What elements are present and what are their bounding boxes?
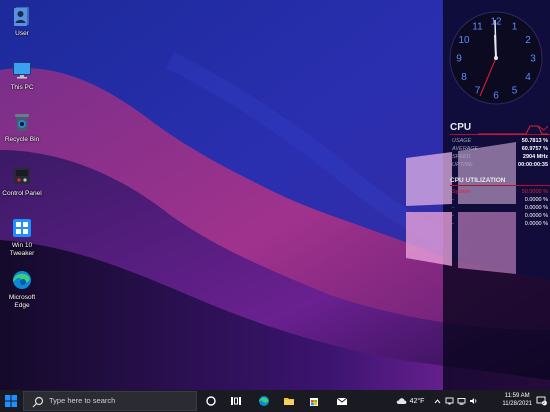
- monitor-icon: [13, 62, 31, 79]
- taskbar: Type here to search 42°F 11:59 AM 11/28/…: [0, 390, 550, 412]
- cpu-core-row: System 50.0000 %: [450, 188, 550, 196]
- desktop-icon-label: This PC: [10, 84, 34, 91]
- desktop-icon-label: Control Panel: [2, 190, 42, 197]
- clock-number: 12: [490, 17, 502, 28]
- cpu-core-value: 0.0000 %: [524, 221, 548, 227]
- cpu-row-uptime: UPTIME 00:00:00:35: [450, 161, 550, 169]
- clock-number: 7: [475, 86, 481, 97]
- cortana-button[interactable]: [199, 390, 223, 412]
- cpu-meter-gadget[interactable]: CPU USAGE 50.7813 % AVERAGE 60.9757 % SPEE…: [450, 122, 550, 228]
- clock-number: 9: [456, 54, 462, 65]
- taskbar-clock[interactable]: 11:59 AM 11/28/2021: [502, 392, 532, 408]
- system-tray: 42°F 11:59 AM 11/28/2021 2: [390, 390, 550, 412]
- task-view-icon: [231, 397, 241, 405]
- cpu-row-average: AVERAGE 60.9757 %: [450, 145, 550, 153]
- taskbar-file-explorer-button[interactable]: [277, 390, 301, 412]
- desktop-icon-user[interactable]: User: [2, 4, 42, 38]
- cpu-usage-label: USAGE: [452, 138, 472, 144]
- edge-icon: [13, 271, 31, 289]
- cpu-core-label: -: [452, 205, 454, 211]
- cpu-uptime-label: UPTIME: [452, 162, 473, 168]
- desktop-icon-edge[interactable]: Microsoft Edge: [2, 268, 42, 310]
- cpu-speed-label: SPEED: [452, 154, 471, 160]
- control-panel-icon: [14, 168, 30, 184]
- tray-network-button[interactable]: [444, 390, 455, 412]
- cpu-usage-value: 50.7813 %: [521, 138, 548, 144]
- desktop-icon-recycle-bin[interactable]: Recycle Bin: [2, 110, 42, 144]
- notification-center-button[interactable]: 2: [534, 390, 548, 412]
- cpu-row-speed: SPEED 2904 MHz: [450, 153, 550, 161]
- cpu-utilization-separator: [450, 185, 550, 186]
- chevron-up-icon: [434, 398, 441, 403]
- clock-number: 8: [461, 72, 467, 83]
- weather-widget[interactable]: 42°F: [392, 390, 428, 412]
- desktop-icon-label: User: [15, 30, 29, 37]
- user-folder-icon: [14, 7, 29, 26]
- desktop-icon-this-pc[interactable]: This PC: [2, 58, 42, 92]
- mail-icon: [336, 397, 348, 405]
- analog-clock-gadget[interactable]: 12 12 3 45 6 78 9 1011: [448, 10, 544, 106]
- cpu-core-label: -: [452, 213, 454, 219]
- speaker-icon: [470, 398, 477, 404]
- taskbar-mail-button[interactable]: [330, 390, 354, 412]
- clock-number: 11: [472, 22, 483, 33]
- desktop-icon-label: Win 10 Tweaker: [9, 242, 35, 257]
- file-explorer-icon: [284, 398, 294, 405]
- desktop-icon-control-panel[interactable]: Control Panel: [2, 164, 42, 198]
- cortana-icon: [206, 396, 216, 406]
- clock-number: 3: [530, 54, 536, 65]
- cpu-core-value: 0.0000 %: [524, 205, 548, 211]
- store-icon: [310, 398, 318, 406]
- cpu-core-row: - 0.0000 %: [450, 204, 550, 212]
- search-icon: [32, 396, 44, 408]
- cloud-icon: [396, 398, 406, 404]
- tray-display-button[interactable]: [456, 390, 467, 412]
- taskbar-store-button[interactable]: [302, 390, 326, 412]
- taskbar-search-box[interactable]: Type here to search: [23, 391, 197, 411]
- notification-count: 2: [542, 400, 545, 405]
- taskbar-edge-button[interactable]: [252, 390, 276, 412]
- search-placeholder: Type here to search: [49, 396, 116, 405]
- cpu-usage-graph: [478, 125, 548, 135]
- clock-number: 6: [493, 91, 499, 102]
- cpu-core-value: 0.0000 %: [524, 197, 548, 203]
- clock-number: 2: [525, 35, 531, 46]
- cpu-core-value: 0.0000 %: [524, 213, 548, 219]
- weather-temperature: 42°F: [409, 397, 425, 405]
- clock-minute-hand: [494, 19, 497, 59]
- cpu-core-row: - 0.0000 %: [450, 212, 550, 220]
- clock-number: 1: [512, 22, 518, 33]
- cpu-uptime-value: 00:00:00:35: [518, 162, 548, 168]
- start-button[interactable]: [0, 390, 22, 412]
- desktop-icon-win10-tweaker[interactable]: Win 10 Tweaker: [2, 216, 42, 258]
- tray-overflow-button[interactable]: [432, 390, 443, 412]
- windows-start-icon: [5, 395, 17, 407]
- desktop-icon-label: Recycle Bin: [4, 136, 40, 143]
- task-view-button[interactable]: [224, 390, 248, 412]
- cpu-core-label: System: [452, 189, 471, 195]
- cpu-core-row: - 0.0000 %: [450, 196, 550, 204]
- clock-number: 5: [512, 86, 518, 97]
- clock-number: 10: [458, 35, 470, 46]
- network-icon: [445, 397, 454, 405]
- cpu-utilization-title: CPU UTILIZATION: [450, 177, 506, 184]
- cpu-core-label: -: [452, 197, 454, 203]
- cpu-core-row: - 0.0000 %: [450, 220, 550, 228]
- taskbar-time: 11:59 AM: [504, 393, 530, 399]
- recycle-bin-icon: [15, 114, 29, 131]
- cpu-core-label: -: [452, 221, 454, 227]
- clock-number: 4: [525, 72, 531, 83]
- tweaker-icon: [13, 219, 31, 237]
- cpu-average-label: AVERAGE: [452, 146, 479, 152]
- cpu-speed-value: 2904 MHz: [522, 154, 548, 160]
- taskbar-date: 11/28/2021: [502, 401, 532, 407]
- desktop-icon-label: Microsoft Edge: [8, 294, 36, 309]
- cpu-average-value: 60.9757 %: [521, 146, 548, 152]
- display-icon: [457, 398, 466, 405]
- edge-icon: [259, 396, 269, 406]
- cpu-core-value: 50.0000 %: [521, 189, 548, 195]
- tray-volume-button[interactable]: [468, 390, 479, 412]
- cpu-row-usage: USAGE 50.7813 %: [450, 137, 550, 145]
